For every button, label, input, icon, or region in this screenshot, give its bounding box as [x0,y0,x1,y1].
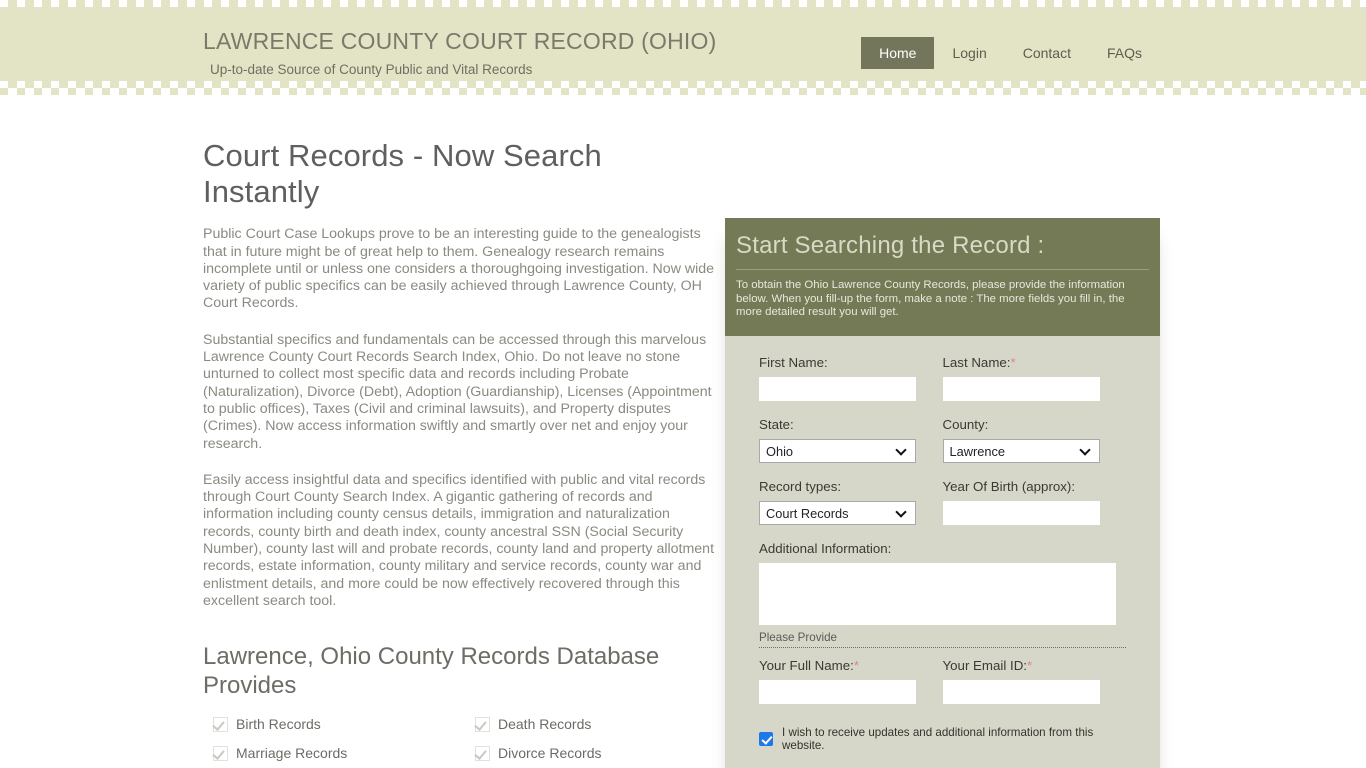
search-form-header: Start Searching the Record : To obtain t… [725,218,1160,337]
search-form-title: Start Searching the Record : [736,232,1045,259]
nav-item-contact[interactable]: Contact [1005,37,1089,69]
check-icon [213,716,228,732]
list-item: Birth Records [213,716,475,732]
first-name-input[interactable] [759,377,916,402]
page-body: Court Records - Now Search Instantly Pub… [0,88,1366,768]
intro-paragraph-2: Substantial specifics and fundamentals c… [203,331,712,452]
record-label: Marriage Records [236,744,348,761]
newsletter-row: I wish to receive updates and additional… [759,726,1126,752]
additional-information-textarea[interactable] [759,563,1116,626]
list-item: Divorce Records [475,745,718,761]
nav-item-faqs[interactable]: FAQs [1089,37,1160,69]
site-brand: LAWRENCE COUNTY COURT RECORD (OHIO) Up-t… [203,28,717,78]
state-select[interactable]: Ohio [759,439,916,464]
required-marker: * [1027,658,1033,674]
email-input[interactable] [942,680,1100,705]
chevron-down-icon [897,508,906,517]
list-item: Marriage Records [213,745,475,761]
county-selected-value: Lawrence [949,443,1006,459]
stamp-edge-top-icon [0,0,1366,7]
last-name-input[interactable] [942,377,1100,402]
article-column: Court Records - Now Search Instantly Pub… [203,138,718,768]
record-types-select[interactable]: Court Records [759,501,916,526]
intro-paragraph-1: Public Court Case Lookups prove to be an… [203,226,715,312]
record-types-selected-value: Court Records [766,505,849,521]
check-icon [475,745,490,761]
last-name-label: Last Name:* [942,355,1016,371]
list-item: Death Records [475,716,718,732]
check-icon [475,716,490,732]
county-label: County: [942,417,989,433]
check-icon [213,745,228,761]
record-label: Birth Records [236,715,321,732]
site-tagline: Up-to-date Source of County Public and V… [210,62,533,78]
year-of-birth-label: Year Of Birth (approx): [942,479,1076,495]
newsletter-label: I wish to receive updates and additional… [782,726,1094,753]
site-title: LAWRENCE COUNTY COURT RECORD (OHIO) [203,28,717,54]
required-marker: * [1010,355,1016,371]
site-header: LAWRENCE COUNTY COURT RECORD (OHIO) Up-t… [0,0,1366,88]
additional-information-label: Additional Information: [759,541,892,557]
record-label: Divorce Records [498,744,602,761]
page-title: Court Records - Now Search Instantly [203,138,602,209]
required-marker: * [853,658,860,674]
records-list: Birth Records Death Records Marriage Rec… [213,716,718,768]
record-label: Death Records [498,715,592,732]
search-form-body: First Name: Last Name:* State: Ohio Coun… [725,336,1160,768]
nav-item-home[interactable]: Home [861,37,935,69]
additional-information-hint: Please Provide [759,631,837,645]
search-form-panel: Start Searching the Record : To obtain t… [725,218,1160,768]
divider [759,647,1126,649]
divider [736,268,1149,270]
newsletter-checkbox[interactable] [759,732,773,747]
intro-paragraph-3: Easily access insightful data and specif… [203,471,715,609]
state-label: State: [759,417,794,433]
chevron-down-icon [1081,446,1090,455]
record-types-label: Record types: [759,479,842,495]
chevron-down-icon [897,446,906,455]
records-section-title: Lawrence, Ohio County Records Database P… [203,643,660,699]
full-name-input[interactable] [759,680,916,705]
first-name-label: First Name: [759,355,828,371]
email-label: Your Email ID:* [942,658,1033,674]
county-select[interactable]: Lawrence [942,439,1100,464]
stamp-edge-bottom-icon [0,81,1366,88]
year-of-birth-input[interactable] [942,501,1100,526]
search-form-description: To obtain the Ohio Lawrence County Recor… [736,278,1125,319]
stamp-teeth-icon [0,88,1366,95]
full-name-label: Your Full Name:* [759,658,860,674]
state-selected-value: Ohio [766,443,794,459]
main-navigation: Home Login Contact FAQs [861,37,1160,69]
nav-item-login[interactable]: Login [934,37,1004,69]
